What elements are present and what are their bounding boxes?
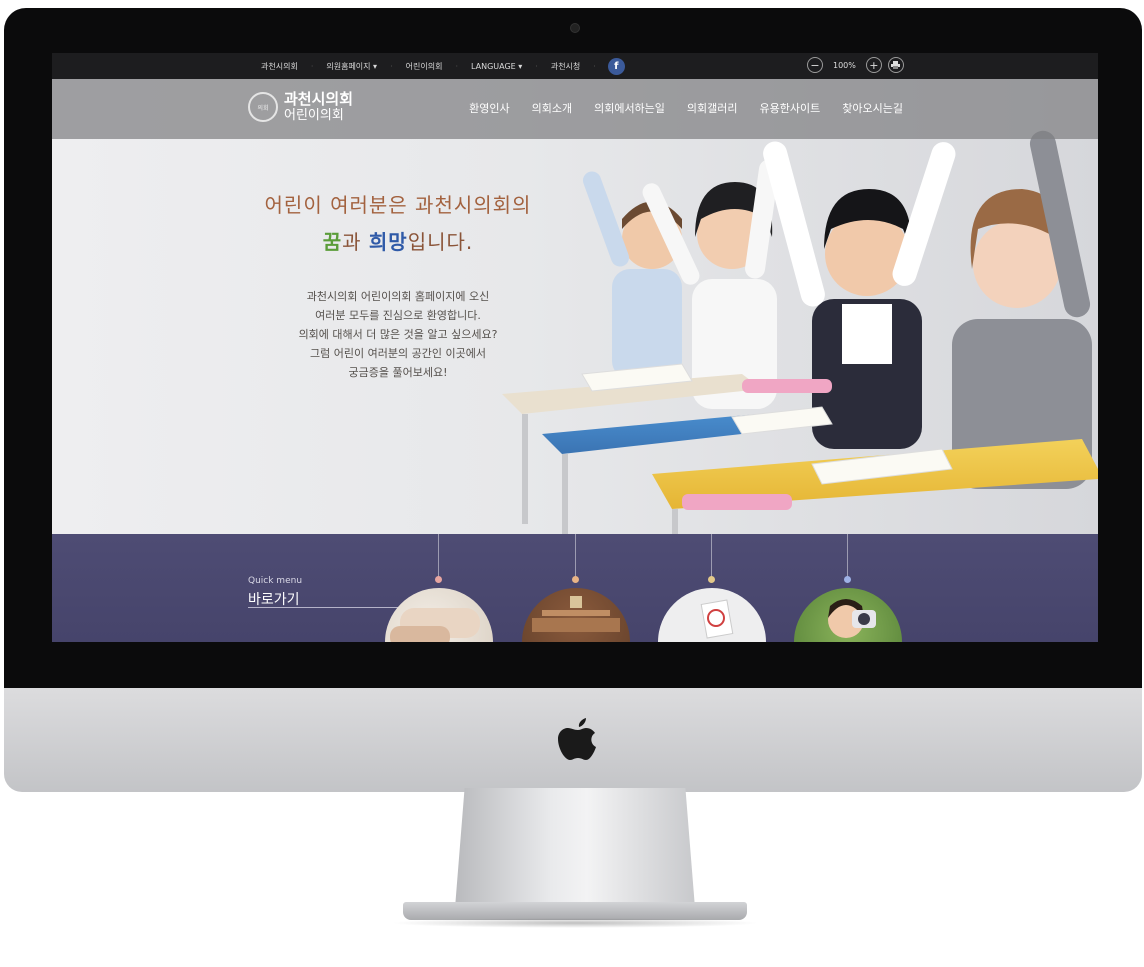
util-link-member-homepages[interactable]: 의원홈페이지 ▾ bbox=[313, 61, 390, 72]
website-screen: 과천시의회 · 의원홈페이지 ▾ · 어린이의회 · LANGUAGE ▾ · … bbox=[52, 53, 1098, 642]
apple-logo-icon bbox=[558, 718, 596, 760]
handshake-photo bbox=[385, 588, 493, 642]
connector-line bbox=[438, 534, 439, 578]
intro-line: 여러분 모두를 진심으로 환영합니다. bbox=[315, 309, 481, 322]
zoom-level: 100% bbox=[833, 60, 856, 70]
logo-text: 과천시의회 어린이의회 bbox=[284, 90, 354, 124]
util-link-kids-council[interactable]: 어린이의회 bbox=[393, 61, 456, 72]
nav-item-work[interactable]: 의회에서하는일 bbox=[594, 100, 665, 116]
headline-line1: 어린이 여러분은 과천시의회의 bbox=[264, 193, 532, 217]
nav-item-links[interactable]: 유용한사이트 bbox=[760, 100, 821, 116]
connector-line bbox=[575, 534, 576, 578]
connector-line bbox=[847, 534, 848, 578]
site-header: 의회 과천시의회 어린이의회 환영인사 의회소개 의회에서하는일 의회갤러리 유… bbox=[52, 79, 1098, 139]
site-logo[interactable]: 의회 과천시의회 어린이의회 bbox=[248, 91, 353, 123]
hero-section: 의회 과천시의회 어린이의회 환영인사 의회소개 의회에서하는일 의회갤러리 유… bbox=[52, 79, 1098, 534]
zoom-out-button[interactable]: − bbox=[807, 57, 823, 73]
nav-item-welcome[interactable]: 환영인사 bbox=[469, 100, 509, 116]
quick-menu-underline bbox=[248, 607, 398, 608]
main-nav: 환영인사 의회소개 의회에서하는일 의회갤러리 유용한사이트 찾아오시는길 bbox=[469, 100, 903, 116]
headline-and: 과 bbox=[342, 230, 369, 254]
facebook-icon[interactable]: f bbox=[607, 57, 625, 75]
utility-links: 과천시의회 · 의원홈페이지 ▾ · 어린이의회 · LANGUAGE ▾ · … bbox=[248, 53, 625, 79]
headline-line2: 꿈과 희망입니다. bbox=[248, 226, 548, 255]
separator: · bbox=[593, 61, 596, 71]
council-seal-icon: 의회 bbox=[248, 92, 278, 122]
utility-bar: 과천시의회 · 의원홈페이지 ▾ · 어린이의회 · LANGUAGE ▾ · … bbox=[52, 53, 1098, 79]
printer-icon bbox=[891, 61, 901, 69]
util-link-city-hall[interactable]: 과천시청 bbox=[538, 61, 593, 72]
logo-subtitle: 어린이의회 bbox=[284, 108, 344, 123]
hero-headline: 어린이 여러분은 과천시의회의 꿈과 희망입니다. bbox=[248, 189, 548, 255]
intro-line: 그럼 어린이 여러분의 공간인 이곳에서 bbox=[310, 347, 486, 360]
nav-item-gallery[interactable]: 의회갤러리 bbox=[687, 100, 738, 116]
quick-dot bbox=[844, 576, 851, 583]
util-link-council[interactable]: 과천시의회 bbox=[248, 61, 311, 72]
headline-dream: 꿈 bbox=[322, 230, 343, 254]
vote-photo bbox=[658, 588, 766, 642]
nav-item-directions[interactable]: 찾아오시는길 bbox=[842, 100, 903, 116]
quick-menu-section: Quick menu 바로가기 bbox=[52, 534, 1098, 642]
hero-kids-classroom-image bbox=[502, 130, 1098, 534]
assembly-hall-icon bbox=[532, 596, 620, 632]
kid-camera-photo bbox=[794, 588, 902, 642]
zoom-controls: − 100% + bbox=[807, 57, 904, 73]
camera-kid-icon bbox=[828, 599, 876, 638]
logo-title: 과천시의회 bbox=[284, 90, 354, 108]
quick-dot bbox=[435, 576, 442, 583]
stand-shadow bbox=[390, 918, 760, 928]
quick-menu-label-ko: 바로가기 bbox=[248, 592, 300, 608]
headline-end: 입니다. bbox=[407, 230, 474, 254]
ballot-icon bbox=[700, 599, 734, 639]
util-link-language[interactable]: LANGUAGE ▾ bbox=[458, 62, 535, 71]
hero-intro-text: 과천시의회 어린이의회 홈페이지에 오신 여러분 모두를 진심으로 환영합니다.… bbox=[248, 287, 548, 382]
quick-item-handshake[interactable] bbox=[383, 534, 495, 642]
quick-dot bbox=[572, 576, 579, 583]
quick-item-vote[interactable] bbox=[656, 534, 768, 642]
zoom-in-button[interactable]: + bbox=[865, 57, 882, 73]
quick-menu-label-en: Quick menu bbox=[248, 576, 303, 586]
headline-hope: 희망 bbox=[368, 230, 408, 254]
connector-line bbox=[711, 534, 712, 578]
intro-line: 과천시의회 어린이의회 홈페이지에 오신 bbox=[306, 290, 490, 303]
intro-line: 의회에 대해서 더 많은 것을 알고 싶으세요? bbox=[298, 328, 498, 341]
handshake-icon bbox=[390, 608, 480, 642]
assembly-hall-photo bbox=[522, 588, 630, 642]
camera-icon bbox=[570, 23, 580, 33]
intro-line: 궁금증을 풀어보세요! bbox=[348, 366, 448, 379]
quick-item-assembly[interactable] bbox=[520, 534, 632, 642]
quick-item-photo[interactable] bbox=[792, 534, 904, 642]
quick-dot bbox=[708, 576, 715, 583]
nav-item-about[interactable]: 의회소개 bbox=[532, 100, 572, 116]
print-button[interactable] bbox=[887, 57, 904, 73]
monitor-stand-neck bbox=[455, 788, 695, 908]
